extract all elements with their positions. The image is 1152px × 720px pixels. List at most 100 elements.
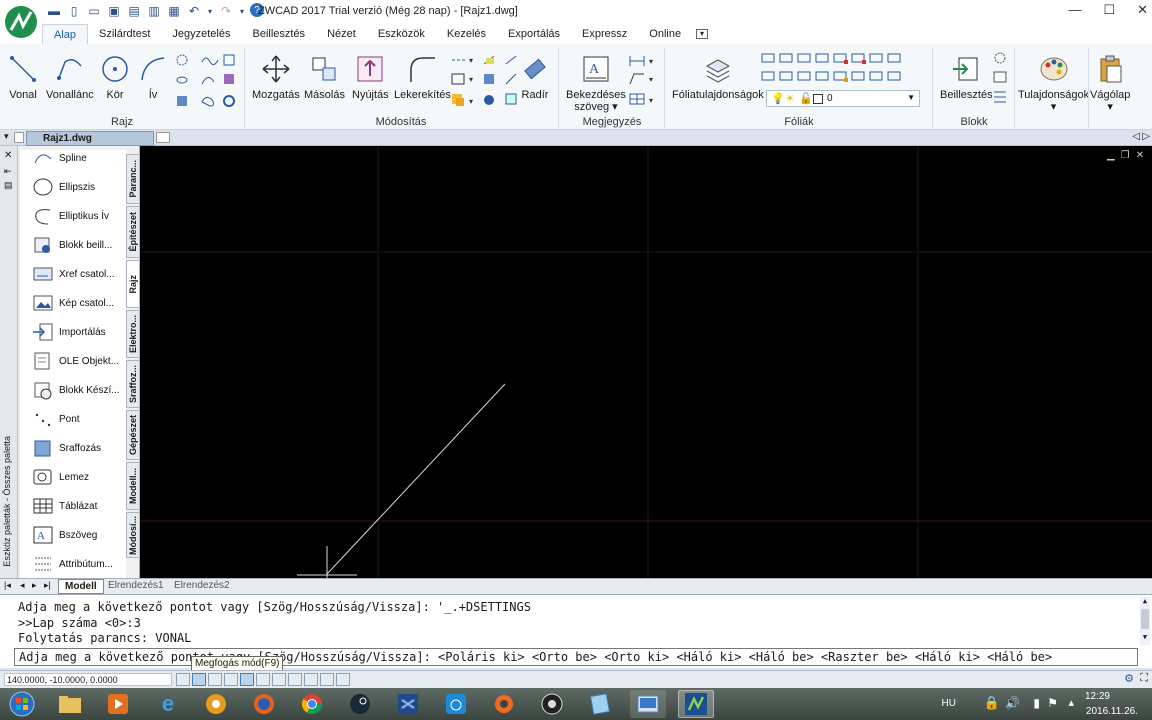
command-input[interactable]: Adja meg a következő pontot vagy [Szög/H… (14, 648, 1138, 666)
palette-item-image[interactable]: Kép csatol... (32, 291, 114, 315)
palette-tab-rajz[interactable]: Rajz (126, 260, 140, 308)
viewport-minimize-icon[interactable]: ▁ (1107, 150, 1115, 161)
palette-item-elliptical-arc[interactable]: Elliptikus Ív (32, 204, 109, 228)
tab-scroll-left-icon[interactable]: ◁ (1132, 131, 1140, 142)
ribbon-minimize-icon[interactable]: ▾ (692, 24, 712, 44)
palette-item-attribute[interactable]: Attribútum... (32, 552, 113, 576)
network-icon[interactable]: ▮ (1033, 696, 1040, 710)
tab-scroll-right-icon[interactable]: ▷ (1142, 131, 1150, 142)
clipboard-button[interactable]: Vágólap ▾ (1090, 52, 1130, 113)
fillet-button[interactable]: Lekerekítés (394, 52, 451, 101)
palette-item-xref[interactable]: Xref csatol... (32, 262, 115, 286)
clock-time[interactable]: 12:29 (1085, 691, 1110, 702)
open-file-icon[interactable]: ▭ (86, 3, 102, 19)
palette-close-icon[interactable]: ✕ (4, 150, 12, 161)
tab-expressz[interactable]: Expressz (571, 24, 638, 44)
grid-toggle[interactable] (192, 673, 206, 686)
gear-icon[interactable]: ⚙ (1124, 672, 1134, 685)
last-layout-icon[interactable]: ▸| (44, 580, 51, 591)
layer-dropdown[interactable]: 💡 ☀ 🔓 0 ▼ (766, 90, 920, 107)
palette-item-spline[interactable]: Spline (32, 150, 87, 170)
language-indicator[interactable]: HU (942, 698, 956, 709)
layer-tools-icons[interactable] (760, 52, 910, 86)
origin-icon[interactable] (486, 690, 522, 718)
palette-tab-modositas[interactable]: Módosí... (126, 512, 140, 558)
palette-item-import[interactable]: Importálás (32, 320, 106, 344)
drawing-area[interactable] (140, 146, 1152, 578)
tab-jegyzeteles[interactable]: Jegyzetelés (161, 24, 241, 44)
palette-item-create-block[interactable]: Blokk Készí... (32, 378, 120, 402)
tab-list-icon[interactable] (14, 132, 24, 143)
move-button[interactable]: Mozgatás (252, 52, 300, 101)
selection-cycling-toggle[interactable] (336, 673, 350, 686)
internet-explorer-icon[interactable]: e (150, 690, 186, 718)
lineweight-toggle[interactable] (288, 673, 302, 686)
fullscreen-icon[interactable]: ⛶ (1140, 672, 1148, 685)
maximize-button[interactable]: ☐ (1103, 2, 1115, 18)
block-tools-icons[interactable] (992, 52, 1008, 108)
dimension-tools-icon[interactable]: ▾ ▾ ▾ (628, 54, 658, 108)
screenshot-app-icon[interactable] (630, 690, 666, 718)
palette-tab-parancs[interactable]: Paranc... (126, 154, 140, 204)
tab-kezeles[interactable]: Kezelés (436, 24, 497, 44)
palette-item-mtext[interactable]: A Bszöveg (32, 523, 97, 547)
save-as-icon[interactable]: ▤ (126, 3, 142, 19)
insert-block-button[interactable]: Beillesztés (940, 52, 993, 101)
first-layout-icon[interactable]: |◂ (4, 580, 11, 591)
notepad-icon[interactable] (582, 690, 618, 718)
save-icon[interactable]: ▣ (106, 3, 122, 19)
palette-item-ole-object[interactable]: OLE Objekt... (32, 349, 119, 373)
tray-arrow-icon[interactable]: ▴ (1068, 696, 1074, 709)
erase-button[interactable]: Radír (518, 52, 552, 101)
palette-tab-modell[interactable]: Modell... (126, 462, 140, 510)
plot-icon[interactable]: ▦ (166, 3, 182, 19)
app-logo[interactable] (0, 0, 42, 44)
draw-tools-grid-icon[interactable] (176, 54, 236, 108)
media-player-icon[interactable] (100, 690, 136, 718)
drawn-line[interactable] (326, 383, 506, 575)
lwt-toggle[interactable] (304, 673, 318, 686)
tab-szilardtest[interactable]: Szilárdtest (88, 24, 161, 44)
print-icon[interactable]: ▥ (146, 3, 162, 19)
palette-item-region[interactable]: Lemez (32, 465, 89, 489)
line-button[interactable]: Vonal (6, 52, 40, 101)
tab-beillesztes[interactable]: Beillesztés (241, 24, 316, 44)
tab-elrendezes1[interactable]: Elrendezés1 (108, 580, 164, 591)
viewport-restore-icon[interactable]: ❐ (1121, 150, 1130, 161)
prev-layout-icon[interactable]: ◂ (20, 580, 25, 591)
arc-button[interactable]: Ív (136, 52, 170, 101)
ortho-toggle[interactable] (208, 673, 222, 686)
copy-button[interactable]: Másolás (304, 52, 345, 101)
tab-exportalas[interactable]: Exportálás (497, 24, 571, 44)
polyline-button[interactable]: Vonallánc (46, 52, 94, 101)
upload-app-icon[interactable] (438, 690, 474, 718)
circle-button[interactable]: Kör (98, 52, 132, 101)
tab-rajz1-dwg[interactable]: Rajz1.dwg (26, 131, 154, 146)
osnap-toggle[interactable] (240, 673, 254, 686)
drawing-canvas[interactable]: ▁ ❐ ✕ (140, 146, 1152, 578)
speaker-icon[interactable]: 🔊 (1005, 696, 1020, 710)
undo-dropdown-icon[interactable]: ▾ (206, 3, 214, 19)
new-tab-icon[interactable] (156, 132, 170, 143)
tab-elrendezes2[interactable]: Elrendezés2 (174, 580, 230, 591)
tab-online[interactable]: Online (638, 24, 692, 44)
chrome-icon[interactable] (294, 690, 330, 718)
close-button[interactable]: ✕ (1137, 2, 1148, 18)
firefox-icon[interactable] (246, 690, 282, 718)
snap-mode-toggle[interactable] (176, 673, 190, 686)
steam-icon[interactable] (342, 690, 378, 718)
mtext-button[interactable]: A Bekezdéses szöveg ▾ (566, 52, 626, 113)
undo-icon[interactable]: ↶ (186, 3, 202, 19)
dyn-toggle[interactable] (272, 673, 286, 686)
otrack-toggle[interactable] (256, 673, 270, 686)
tab-menu-icon[interactable]: ▾ (4, 131, 9, 142)
polar-toggle[interactable] (224, 673, 238, 686)
zwcad-taskbar-icon[interactable] (678, 690, 714, 718)
next-layout-icon[interactable]: ▸ (32, 580, 37, 591)
stretch-button[interactable]: Nyújtás (352, 52, 389, 101)
palette-item-table[interactable]: Táblázat (32, 494, 97, 518)
layer-properties-button[interactable]: Fóliatulajdonságok (672, 52, 764, 101)
palette-tab-elektro[interactable]: Elektro... (126, 310, 140, 358)
minimize-button[interactable]: — (1068, 2, 1081, 18)
model-toggle[interactable] (320, 673, 334, 686)
